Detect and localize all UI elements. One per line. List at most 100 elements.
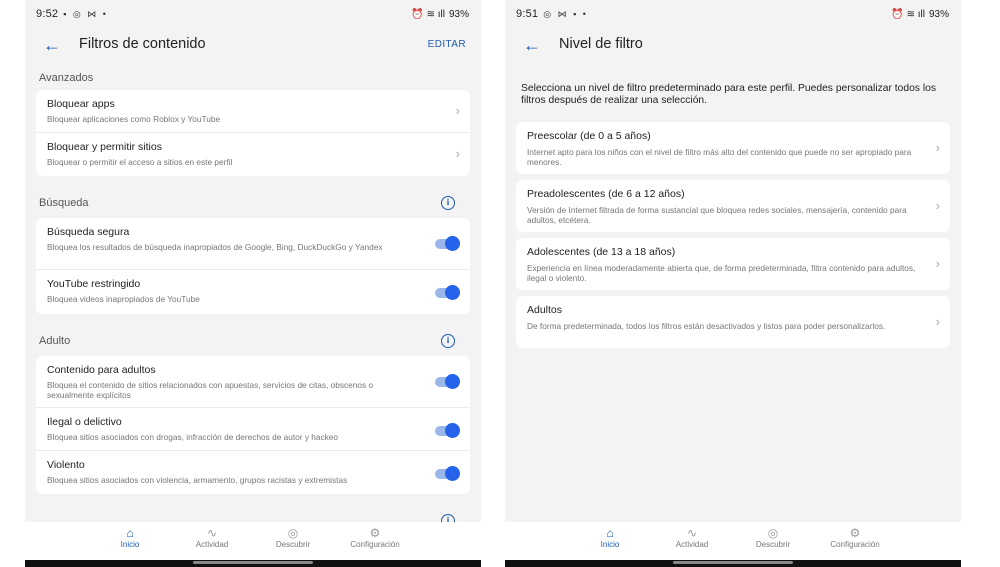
row-subtitle: Bloquear aplicaciones como Roblox y YouT… — [47, 114, 221, 124]
busqueda-segura-row: Búsqueda segura Bloquea los resultados d… — [36, 218, 470, 270]
section-adulto-label: Adulto — [39, 335, 71, 347]
nav-label: Inicio — [120, 540, 140, 549]
level-preadolescentes[interactable]: Preadolescentes (de 6 a 12 años) Versión… — [516, 180, 950, 232]
section-busqueda-label: Búsqueda — [39, 197, 89, 209]
level-description: Experiencia en línea moderadamente abier… — [527, 263, 916, 283]
row-title: Violento — [47, 459, 85, 471]
filtros-de-contenido-screen: 9:52 ▪ ◎ ⋈ • ⏰ ≋ ıll 93% ← Filtros de co… — [25, 0, 481, 567]
system-icons: ⏰ ≋ ıll — [891, 8, 925, 20]
home-icon: ⌂ — [606, 526, 614, 540]
row-title: Contenido para adultos — [47, 364, 156, 376]
nav-configuracion[interactable]: ⚙ Configuración — [335, 526, 415, 549]
nav-label: Configuración — [830, 540, 880, 549]
status-bar: 9:51 ◎ ⋈ ▪ • ⏰ ≋ ıll 93% — [505, 0, 961, 28]
row-subtitle: Bloquea sitios asociados con violencia, … — [47, 475, 348, 485]
nav-inicio[interactable]: ⌂ Inicio — [90, 526, 170, 549]
nav-configuracion[interactable]: ⚙ Configuración — [815, 526, 895, 549]
system-icons: ⏰ ≋ ıll — [411, 8, 445, 20]
row-title: Búsqueda segura — [47, 226, 130, 238]
level-adultos[interactable]: Adultos De forma predeterminada, todos l… — [516, 296, 950, 348]
bottom-nav: ⌂ Inicio ∿ Actividad ◎ Descubrir ⚙ Confi… — [25, 522, 481, 560]
nav-inicio[interactable]: ⌂ Inicio — [570, 526, 650, 549]
status-time: 9:51 — [516, 8, 539, 20]
nivel-de-filtro-screen: 9:51 ◎ ⋈ ▪ • ⏰ ≋ ıll 93% ← Nivel de filt… — [505, 0, 961, 567]
activity-icon: ∿ — [206, 526, 218, 540]
bottom-nav: ⌂ Inicio ∿ Actividad ◎ Descubrir ⚙ Confi… — [505, 522, 961, 560]
back-arrow-icon[interactable]: ← — [521, 34, 543, 56]
level-adolescentes[interactable]: Adolescentes (de 13 a 18 años) Experienc… — [516, 238, 950, 290]
level-description: Internet apto para los niños con el nive… — [527, 147, 912, 167]
gear-icon: ⚙ — [369, 526, 381, 540]
compass-icon: ◎ — [287, 526, 299, 540]
page-title: Nivel de filtro — [559, 36, 643, 52]
status-bar: 9:52 ▪ ◎ ⋈ • ⏰ ≋ ıll 93% — [25, 0, 481, 28]
row-title: Bloquear y permitir sitios — [47, 141, 162, 153]
nav-actividad[interactable]: ∿ Actividad — [652, 526, 732, 549]
page-title: Filtros de contenido — [79, 36, 206, 52]
level-description: De forma predeterminada, todos los filtr… — [527, 321, 886, 331]
info-icon[interactable]: i — [441, 196, 455, 210]
back-arrow-icon[interactable]: ← — [41, 34, 63, 56]
ilegal-delictivo-toggle[interactable] — [435, 423, 460, 438]
chevron-right-icon: › — [935, 314, 940, 329]
gesture-bar — [25, 560, 481, 567]
youtube-restringido-toggle[interactable] — [435, 285, 460, 300]
status-right: ⏰ ≋ ıll 93% — [411, 9, 469, 20]
level-title: Preadolescentes (de 6 a 12 años) — [527, 188, 685, 200]
avanzados-card: Bloquear apps Bloquear aplicaciones como… — [36, 90, 470, 176]
status-right: ⏰ ≋ ıll 93% — [891, 9, 949, 20]
chevron-right-icon: › — [935, 256, 940, 271]
level-title: Preescolar (de 0 a 5 años) — [527, 130, 651, 142]
activity-icon: ∿ — [686, 526, 698, 540]
nav-actividad[interactable]: ∿ Actividad — [172, 526, 252, 549]
youtube-restringido-row: YouTube restringido Bloquea videos inapr… — [36, 270, 470, 314]
nav-label: Actividad — [195, 540, 229, 549]
battery-level: 93% — [448, 8, 469, 20]
level-title: Adolescentes (de 13 a 18 años) — [527, 246, 676, 258]
level-description: Versión de Internet filtrada de forma su… — [527, 205, 907, 225]
nav-label: Actividad — [675, 540, 709, 549]
nav-descubrir[interactable]: ◎ Descubrir — [253, 526, 333, 549]
adulto-card: Contenido para adultos Bloquea el conten… — [36, 356, 470, 494]
info-icon[interactable]: i — [441, 334, 455, 348]
app-bar: ← Nivel de filtro — [505, 28, 961, 62]
bloquear-permitir-sitios-row[interactable]: Bloquear y permitir sitios Bloquear o pe… — [36, 133, 470, 176]
nav-label: Inicio — [600, 540, 620, 549]
chevron-right-icon: › — [935, 140, 940, 155]
chevron-right-icon: › — [455, 103, 460, 118]
row-subtitle: Bloquear o permitir el acceso a sitios e… — [47, 157, 233, 167]
home-icon: ⌂ — [126, 526, 134, 540]
edit-button[interactable]: EDITAR — [428, 39, 466, 50]
level-preescolar[interactable]: Preescolar (de 0 a 5 años) Internet apto… — [516, 122, 950, 174]
bloquear-apps-row[interactable]: Bloquear apps Bloquear aplicaciones como… — [36, 90, 470, 133]
busqueda-segura-toggle[interactable] — [435, 236, 460, 251]
violento-row: Violento Bloquea sitios asociados con vi… — [36, 451, 470, 494]
chevron-right-icon: › — [935, 198, 940, 213]
intro-text: Selecciona un nivel de filtro predetermi… — [521, 83, 936, 106]
row-subtitle: Bloquea sitios asociados con drogas, inf… — [47, 432, 339, 442]
battery-level: 93% — [928, 8, 949, 20]
busqueda-card: Búsqueda segura Bloquea los resultados d… — [36, 218, 470, 314]
row-title: YouTube restringido — [47, 278, 141, 290]
section-avanzados-label: Avanzados — [39, 72, 94, 84]
chevron-right-icon: › — [455, 146, 460, 161]
nav-label: Descubrir — [275, 540, 311, 549]
row-subtitle: Bloquea los resultados de búsqueda inapr… — [47, 242, 383, 252]
violento-toggle[interactable] — [435, 466, 460, 481]
gesture-bar — [505, 560, 961, 567]
status-time: 9:52 — [36, 8, 59, 20]
contenido-adultos-toggle[interactable] — [435, 374, 460, 389]
row-subtitle: Bloquea videos inapropiados de YouTube — [47, 294, 200, 304]
nav-label: Configuración — [350, 540, 400, 549]
notification-icons: ▪ ◎ ⋈ • — [63, 8, 108, 19]
row-title: Bloquear apps — [47, 98, 115, 110]
nav-label: Descubrir — [755, 540, 791, 549]
level-title: Adultos — [527, 304, 563, 316]
row-title: Ilegal o delictivo — [47, 416, 122, 428]
notification-icons: ◎ ⋈ ▪ • — [543, 8, 588, 19]
app-bar: ← Filtros de contenido EDITAR — [25, 28, 481, 62]
contenido-adultos-row: Contenido para adultos Bloquea el conten… — [36, 356, 470, 408]
nav-descubrir[interactable]: ◎ Descubrir — [733, 526, 813, 549]
gear-icon: ⚙ — [849, 526, 861, 540]
compass-icon: ◎ — [767, 526, 779, 540]
